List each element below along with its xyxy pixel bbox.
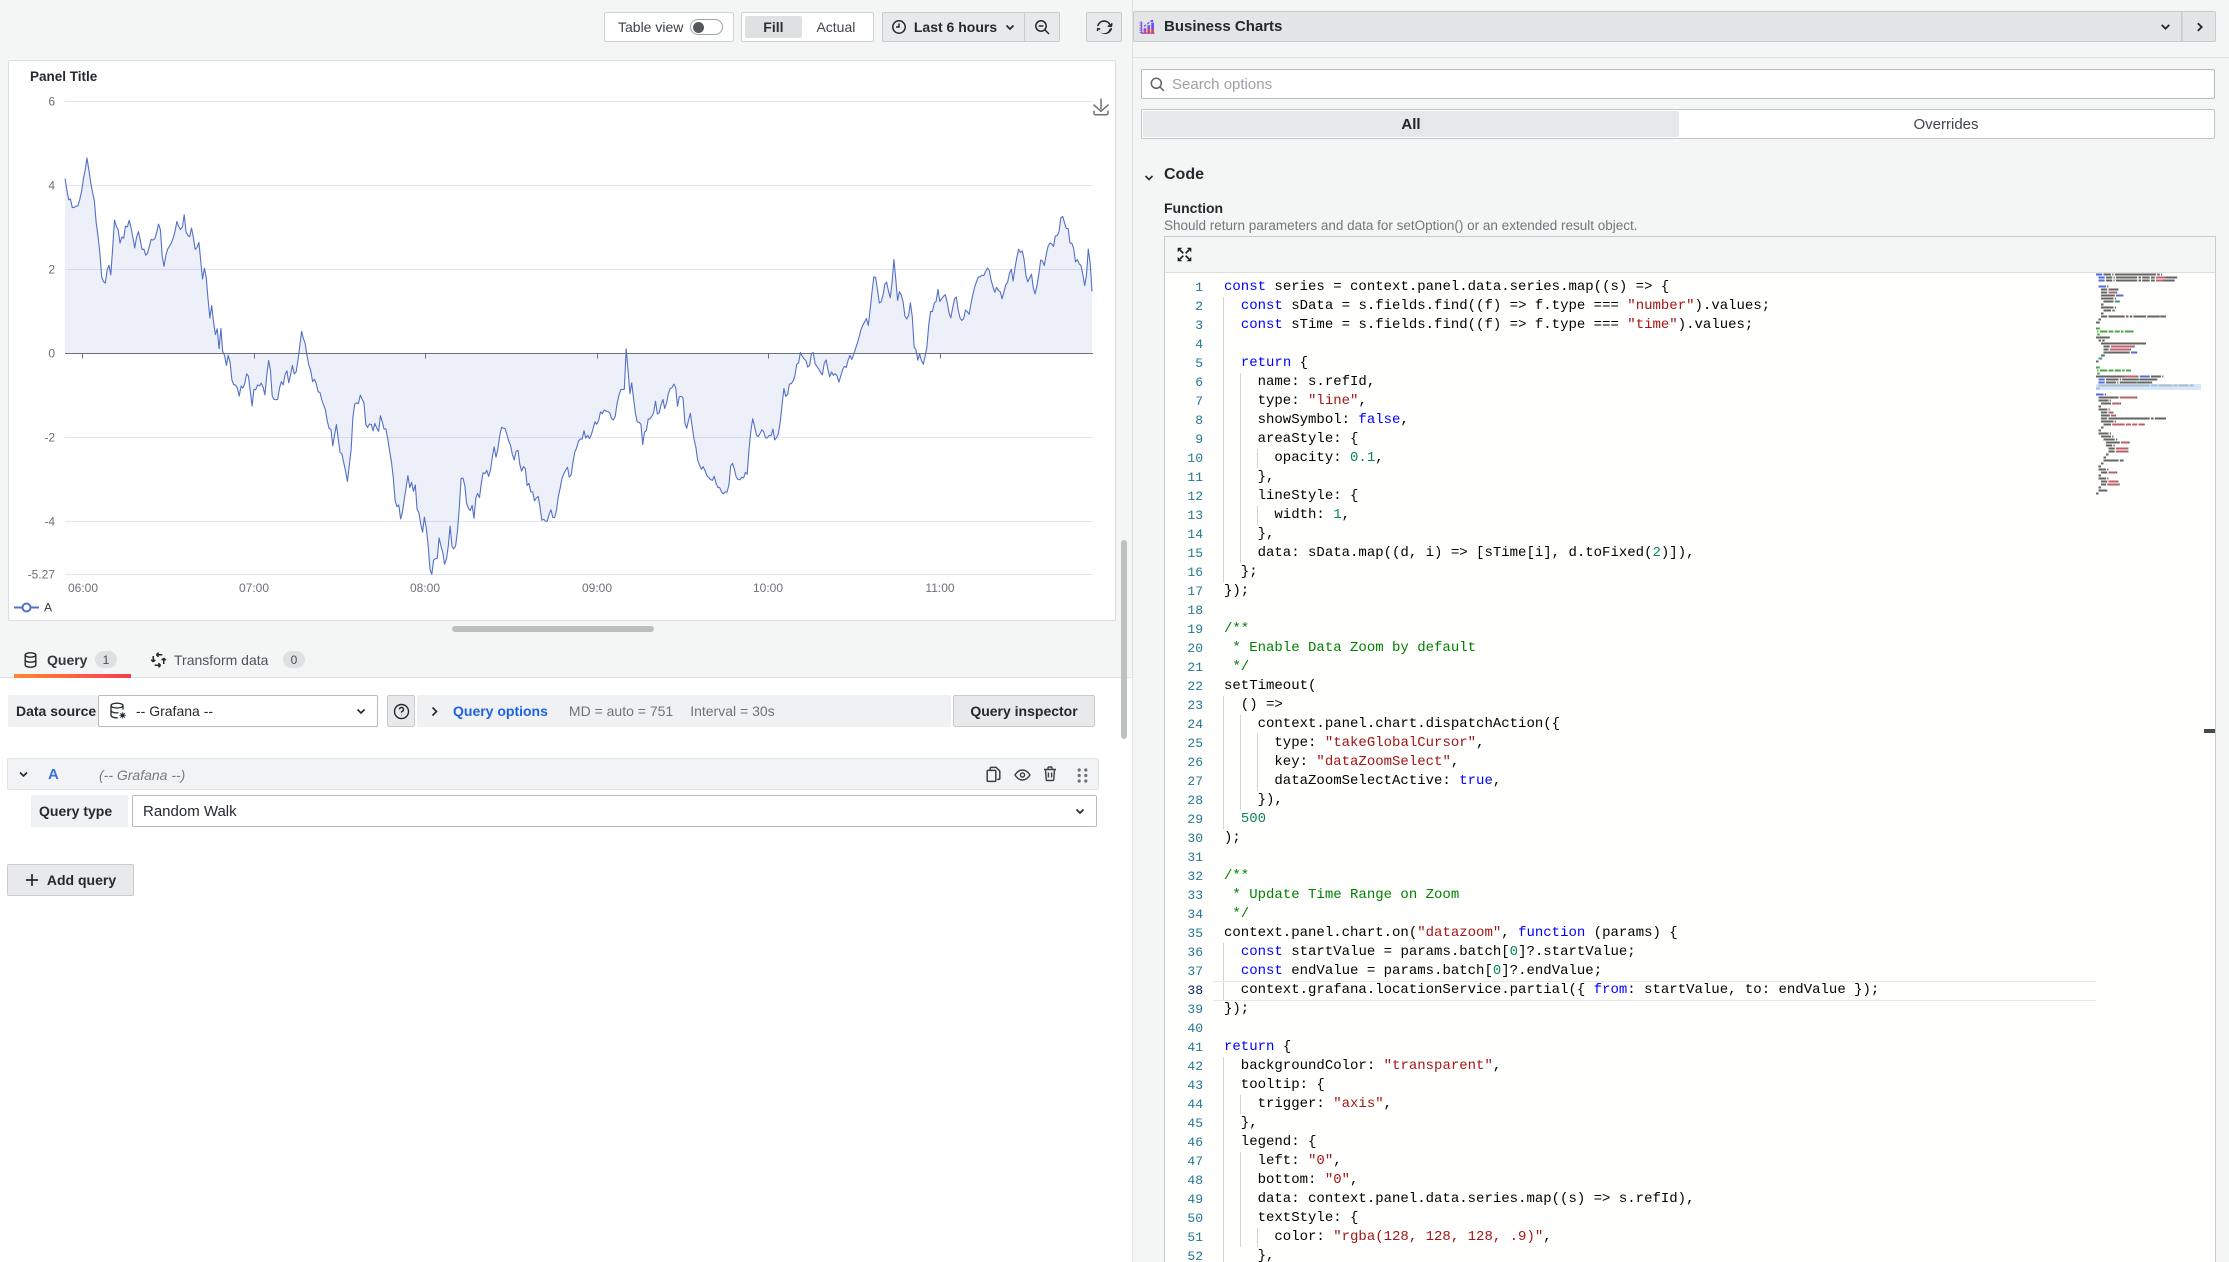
- svg-text:-5.27: -5.27: [28, 568, 56, 582]
- svg-text:-2: -2: [44, 431, 55, 445]
- svg-text:A: A: [44, 601, 52, 615]
- svg-text:-4: -4: [44, 515, 55, 529]
- svg-text:2: 2: [48, 263, 55, 277]
- svg-text:07:00: 07:00: [239, 581, 269, 595]
- svg-text:0: 0: [48, 347, 55, 361]
- svg-text:08:00: 08:00: [410, 581, 440, 595]
- svg-text:10:00: 10:00: [753, 581, 783, 595]
- svg-text:4: 4: [48, 179, 55, 193]
- svg-text:11:00: 11:00: [925, 581, 954, 595]
- svg-text:06:00: 06:00: [68, 581, 98, 595]
- svg-text:09:00: 09:00: [582, 581, 612, 595]
- svg-text:6: 6: [48, 95, 55, 109]
